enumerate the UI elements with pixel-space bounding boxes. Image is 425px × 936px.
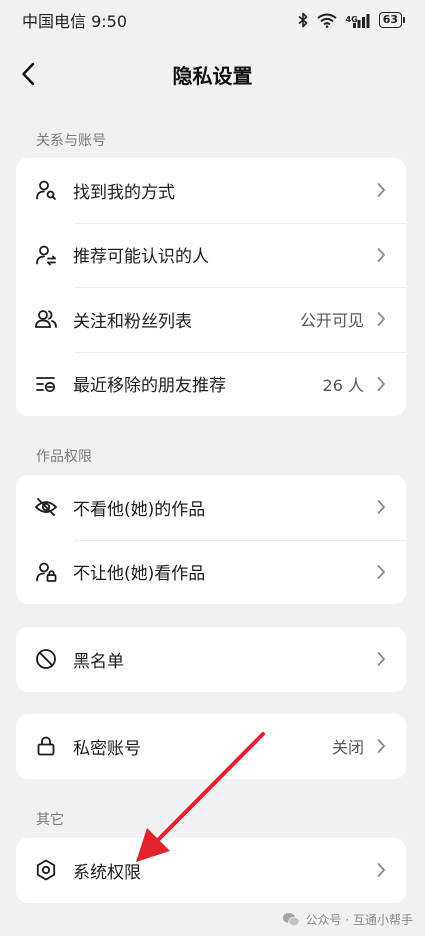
row-label: 系统权限 — [73, 862, 141, 883]
chevron-right-icon — [376, 564, 386, 580]
nav-header: 隐私设置 — [0, 48, 425, 100]
row-value: 公开可见 — [299, 311, 364, 331]
card-works: 不看他(她)的作品 不让他(她)看作品 — [16, 475, 406, 604]
removed-list-icon — [34, 372, 58, 396]
row-label: 最近移除的朋友推荐 — [73, 376, 226, 397]
card-blacklist: 黑名单 — [16, 627, 406, 692]
back-button[interactable] — [14, 60, 42, 88]
user-lock-icon — [34, 560, 58, 584]
cell-signal: 4G — [346, 13, 370, 28]
carrier-time: 中国电信 9:50 — [22, 12, 128, 31]
battery-indicator: 63 — [378, 12, 405, 28]
row-label: 不看他(她)的作品 — [73, 499, 206, 520]
bluetooth-icon — [298, 12, 307, 28]
row-blacklist[interactable]: 黑名单 — [16, 627, 406, 692]
row-system-permissions[interactable]: 系统权限 — [16, 838, 406, 903]
row-label: 黑名单 — [73, 651, 124, 672]
find-user-icon — [34, 178, 58, 202]
row-recommend-people[interactable]: 推荐可能认识的人 — [16, 222, 406, 288]
section-label-relations: 关系与账号 — [36, 133, 106, 149]
eye-off-icon — [34, 495, 58, 519]
recommend-user-icon — [34, 243, 58, 267]
chevron-right-icon — [376, 499, 386, 515]
wifi-icon — [316, 13, 337, 28]
chevron-right-icon — [376, 311, 386, 327]
row-removed-recommendations[interactable]: 最近移除的朋友推荐 26 人 — [16, 351, 406, 417]
card-private-account: 私密账号 关闭 — [16, 714, 406, 779]
chevron-right-icon — [376, 738, 386, 754]
network-type: 4G — [345, 14, 358, 24]
row-value: 26 人 — [322, 375, 364, 395]
row-block-viewing-my-works[interactable]: 不让他(她)看作品 — [16, 539, 406, 605]
row-hide-their-works[interactable]: 不看他(她)的作品 — [16, 475, 406, 540]
card-relations: 找到我的方式 推荐可能认识的人 关注和粉丝列表 公开可见 最近移除的朋友推荐 2… — [16, 158, 406, 416]
chevron-right-icon — [376, 182, 386, 198]
chevron-right-icon — [376, 376, 386, 392]
lock-icon — [34, 734, 58, 758]
row-value: 关闭 — [331, 738, 364, 758]
battery-level: 63 — [378, 12, 402, 28]
status-bar: 中国电信 9:50 4G 63 — [0, 0, 425, 40]
card-other: 系统权限 — [16, 838, 406, 903]
status-icons: 4G 63 — [298, 12, 405, 28]
row-label: 不让他(她)看作品 — [73, 564, 206, 585]
row-private-account[interactable]: 私密账号 关闭 — [16, 714, 406, 779]
row-label: 关注和粉丝列表 — [73, 311, 192, 332]
watermark-text: 公众号 · 互通小帮手 — [305, 913, 413, 927]
row-followers-list[interactable]: 关注和粉丝列表 公开可见 — [16, 287, 406, 352]
followers-icon — [34, 307, 58, 331]
wechat-icon — [282, 913, 300, 927]
chevron-right-icon — [376, 651, 386, 667]
row-label: 找到我的方式 — [73, 182, 175, 203]
chevron-left-icon — [22, 62, 35, 86]
section-label-works: 作品权限 — [36, 449, 92, 465]
row-label: 推荐可能认识的人 — [73, 247, 209, 268]
block-icon — [34, 647, 58, 671]
row-find-me[interactable]: 找到我的方式 — [16, 158, 406, 223]
row-label: 私密账号 — [73, 738, 141, 759]
watermark: 公众号 · 互通小帮手 — [282, 911, 413, 928]
section-label-other: 其它 — [36, 812, 64, 828]
page-title: 隐私设置 — [172, 63, 253, 88]
chevron-right-icon — [376, 862, 386, 878]
chevron-right-icon — [376, 247, 386, 263]
gear-icon — [34, 858, 58, 882]
